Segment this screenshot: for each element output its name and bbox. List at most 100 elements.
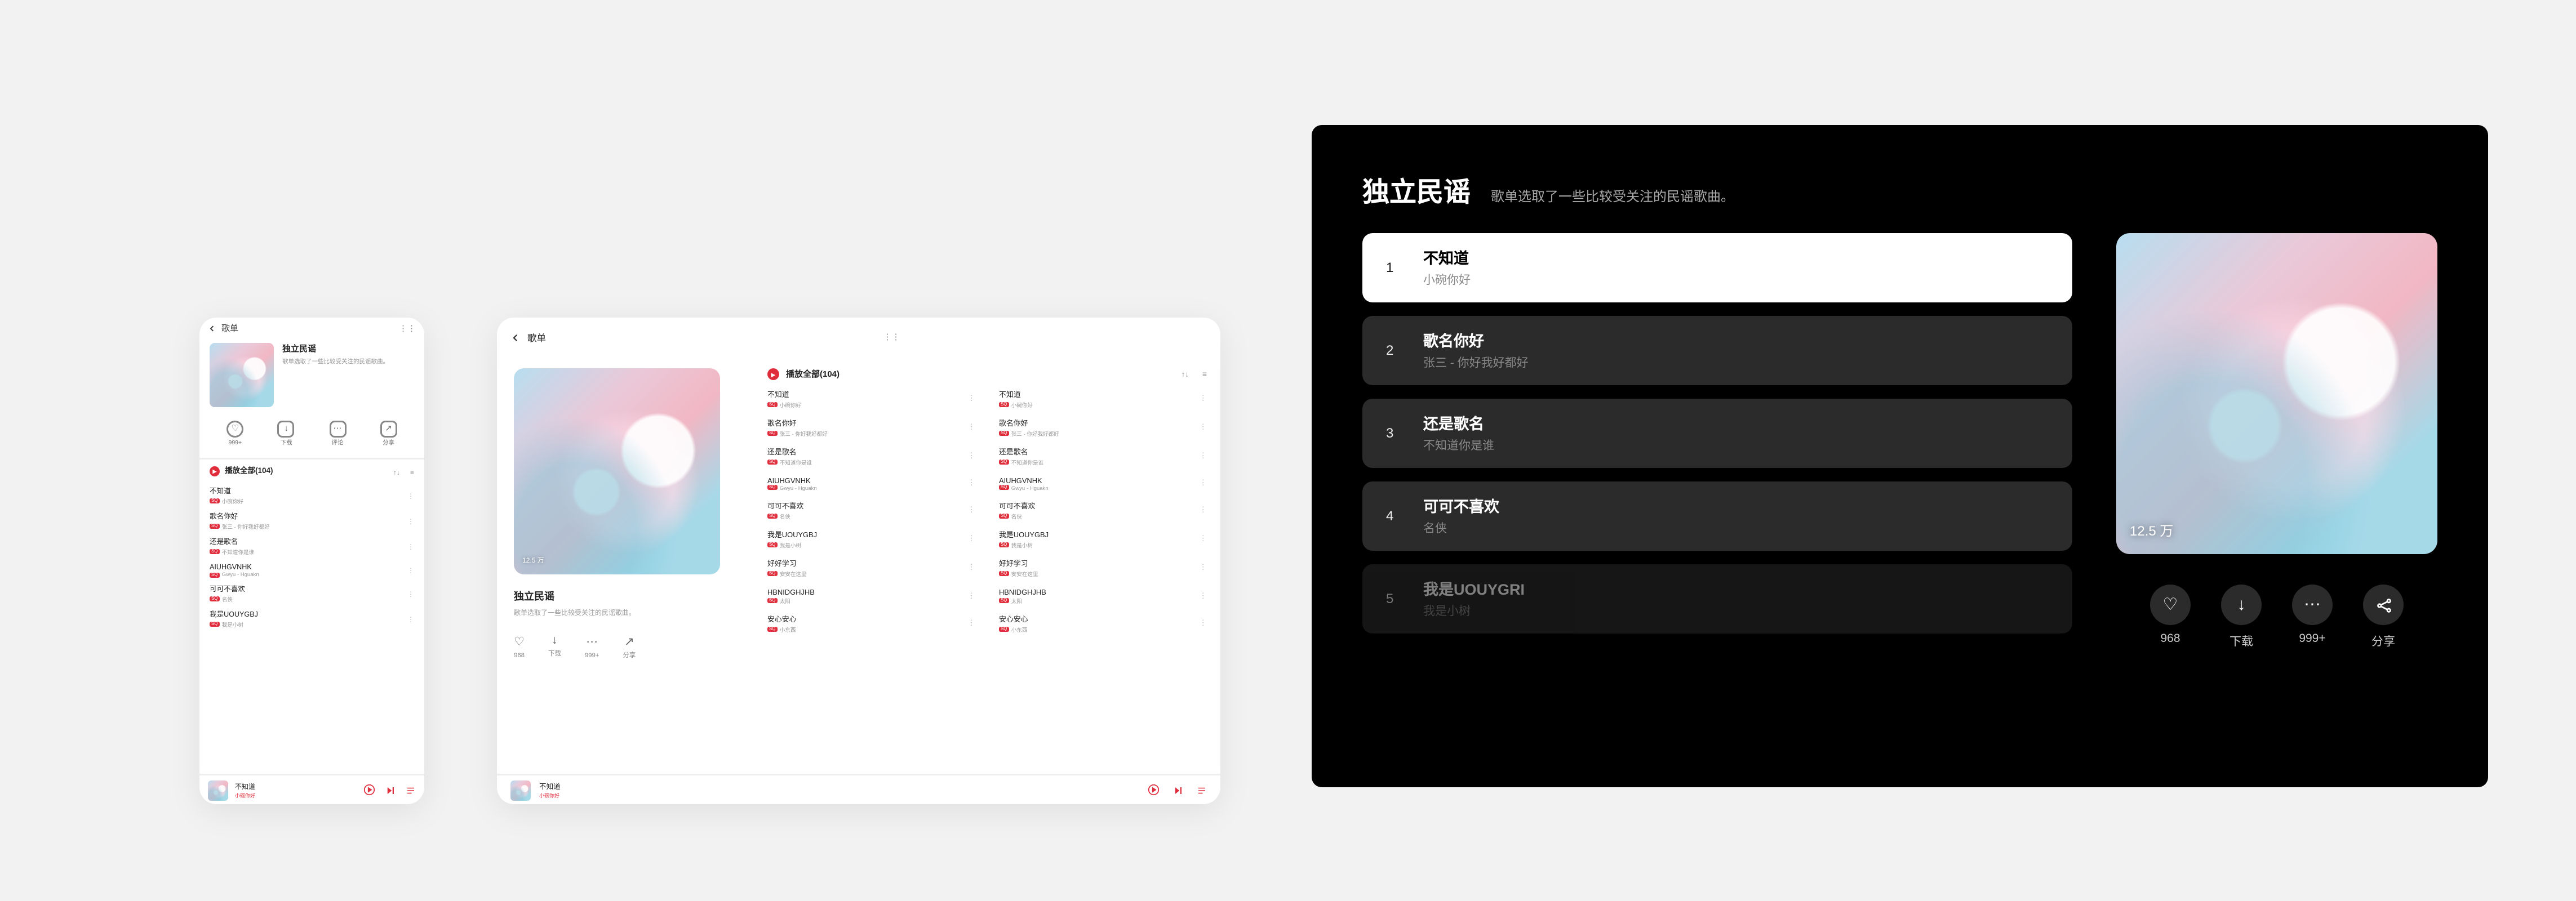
song-artist: SQ小碗你好 bbox=[767, 400, 961, 408]
song-row[interactable]: 歌名你好 SQ张三 - 你好我好都好 ⋮ bbox=[999, 416, 1207, 439]
song-row[interactable]: HBNIDGHJHB SQ太阳 ⋮ bbox=[767, 585, 975, 606]
song-row[interactable]: 歌名你好 SQ张三 - 你好我好都好 ⋮ bbox=[199, 509, 424, 534]
row-more-icon[interactable]: ⋮ bbox=[968, 394, 976, 404]
tablet-frame: 歌单 ⋮⋮ 12.5 万 独立民谣 歌单选取了一些比较受关注的民谣歌曲。 ♡ 9… bbox=[497, 318, 1220, 804]
row-more-icon[interactable]: ⋮ bbox=[968, 451, 976, 461]
row-more-icon[interactable]: ⋮ bbox=[407, 542, 414, 551]
row-more-icon[interactable]: ⋮ bbox=[1200, 422, 1207, 432]
list-view-icon[interactable]: ≡ bbox=[410, 467, 414, 476]
row-more-icon[interactable]: ⋮ bbox=[968, 478, 976, 488]
like-button[interactable]: ♡ 999+ bbox=[226, 421, 243, 448]
song-row[interactable]: 好好学习 SQ安安在这里 ⋮ bbox=[767, 556, 975, 579]
song-row[interactable]: 可可不喜欢 SQ名侠 ⋮ bbox=[199, 581, 424, 606]
now-playing-bar[interactable]: 不知道 小碗你好 bbox=[497, 774, 1220, 804]
more-icon[interactable]: ⋮⋮ bbox=[399, 324, 416, 334]
song-row[interactable]: 安心安心 SQ小东西 ⋮ bbox=[767, 612, 975, 635]
play-all-label: 播放全部(104) bbox=[786, 368, 840, 380]
song-row[interactable]: 我是UOUYGBJ SQ我是小树 ⋮ bbox=[999, 527, 1207, 551]
song-row[interactable]: 不知道 SQ小碗你好 ⋮ bbox=[999, 387, 1207, 411]
song-row[interactable]: 可可不喜欢 SQ名侠 ⋮ bbox=[767, 498, 975, 522]
like-button[interactable]: ♡ 968 bbox=[514, 635, 525, 660]
playlist-cover[interactable] bbox=[210, 343, 274, 407]
song-row[interactable]: 还是歌名 SQ不知道你是谁 ⋮ bbox=[999, 444, 1207, 468]
song-row[interactable]: 好好学习 SQ安安在这里 ⋮ bbox=[999, 556, 1207, 579]
song-name: AIUHGVNHK bbox=[767, 476, 961, 484]
now-playing-bar[interactable]: 不知道 小碗你好 bbox=[199, 774, 424, 804]
song-row[interactable]: 5 我是UOUYGRI 我是小树 bbox=[1362, 564, 2072, 634]
row-more-icon[interactable]: ⋮ bbox=[1200, 563, 1207, 573]
song-row[interactable]: AIUHGVNHK SQGwyu - Hguakn ⋮ bbox=[767, 473, 975, 493]
next-button[interactable] bbox=[1173, 785, 1183, 795]
row-more-icon[interactable]: ⋮ bbox=[968, 422, 976, 432]
play-all-label: 播放全部(104) bbox=[225, 466, 273, 476]
song-row[interactable]: 2 歌名你好 张三 - 你好我好都好 bbox=[1362, 316, 2072, 385]
song-row[interactable]: 不知道 SQ小碗你好 ⋮ bbox=[767, 387, 975, 411]
song-row[interactable]: 歌名你好 SQ张三 - 你好我好都好 ⋮ bbox=[767, 416, 975, 439]
row-more-icon[interactable]: ⋮ bbox=[968, 591, 976, 601]
next-button[interactable] bbox=[385, 785, 396, 795]
song-row[interactable]: HBNIDGHJHB SQ太阳 ⋮ bbox=[999, 585, 1207, 606]
back-icon[interactable] bbox=[510, 333, 521, 343]
row-more-icon[interactable]: ⋮ bbox=[968, 618, 976, 628]
song-row[interactable]: 3 还是歌名 不知道你是谁 bbox=[1362, 399, 2072, 468]
song-row[interactable]: 1 不知道 小碗你好 bbox=[1362, 233, 2072, 302]
row-more-icon[interactable]: ⋮ bbox=[407, 492, 414, 500]
row-more-icon[interactable]: ⋮ bbox=[1200, 394, 1207, 404]
queue-button[interactable] bbox=[406, 785, 416, 795]
back-icon[interactable] bbox=[208, 324, 216, 333]
like-button[interactable]: ♡ 968 bbox=[2150, 585, 2191, 650]
row-more-icon[interactable]: ⋮ bbox=[1200, 478, 1207, 488]
comment-button[interactable]: ⋯ 评论 bbox=[329, 421, 346, 448]
comment-button[interactable]: ⋯ 999+ bbox=[2292, 585, 2333, 650]
song-row[interactable]: 安心安心 SQ小东西 ⋮ bbox=[999, 612, 1207, 635]
row-more-icon[interactable]: ⋮ bbox=[407, 590, 414, 598]
tablet-song-grid[interactable]: 不知道 SQ小碗你好 ⋮ 不知道 SQ小碗你好 ⋮ 歌名你好 SQ张三 - 你好… bbox=[767, 387, 1207, 635]
sort-icon[interactable]: ↑↓ bbox=[1182, 370, 1189, 378]
playlist-cover[interactable]: 12.5 万 bbox=[514, 368, 720, 574]
song-row[interactable]: AIUHGVNHK SQGwyu - Hguakn ⋮ bbox=[999, 473, 1207, 493]
play-all-button[interactable]: ▶ 播放全部(104) ↑↓ ≡ bbox=[199, 460, 424, 483]
song-row[interactable]: 可可不喜欢 SQ名侠 ⋮ bbox=[999, 498, 1207, 522]
phone-song-list[interactable]: 不知道 SQ小碗你好 ⋮ 歌名你好 SQ张三 - 你好我好都好 ⋮ 还是歌名 S… bbox=[199, 483, 424, 774]
play-all-button[interactable]: ▶ 播放全部(104) ↑↓ ≡ bbox=[767, 365, 1207, 387]
row-more-icon[interactable]: ⋮ bbox=[1200, 591, 1207, 601]
song-row[interactable]: 还是歌名 SQ不知道你是谁 ⋮ bbox=[199, 534, 424, 559]
row-more-icon[interactable]: ⋮ bbox=[407, 517, 414, 525]
row-more-icon[interactable]: ⋮ bbox=[1200, 534, 1207, 544]
song-row[interactable]: AIUHGVNHK SQGwyu - Hguakn ⋮ bbox=[199, 559, 424, 581]
row-more-icon[interactable]: ⋮ bbox=[968, 505, 976, 515]
row-more-icon[interactable]: ⋮ bbox=[968, 563, 976, 573]
song-row[interactable]: 我是UOUYGBJ SQ我是小树 ⋮ bbox=[767, 527, 975, 551]
more-icon[interactable]: ⋮⋮ bbox=[870, 326, 1207, 350]
download-button[interactable]: ↓ 下载 bbox=[548, 635, 561, 660]
row-more-icon[interactable]: ⋮ bbox=[1200, 618, 1207, 628]
now-playing-cover[interactable] bbox=[208, 780, 228, 800]
song-row[interactable]: 4 可可不喜欢 名侠 bbox=[1362, 481, 2072, 551]
play-pause-button[interactable] bbox=[363, 784, 375, 796]
queue-button[interactable] bbox=[1197, 785, 1207, 795]
song-name: AIUHGVNHK bbox=[210, 563, 401, 571]
song-row[interactable]: 我是UOUYGBJ SQ我是小树 ⋮ bbox=[199, 606, 424, 632]
list-view-icon[interactable]: ≡ bbox=[1202, 370, 1207, 378]
share-button[interactable]: ↗ 分享 bbox=[623, 635, 636, 660]
play-icon: ▶ bbox=[210, 466, 220, 476]
row-more-icon[interactable]: ⋮ bbox=[407, 615, 414, 623]
now-playing-cover[interactable] bbox=[510, 780, 531, 800]
play-pause-button[interactable] bbox=[1148, 784, 1160, 796]
row-more-icon[interactable]: ⋮ bbox=[1200, 505, 1207, 515]
comment-button[interactable]: ⋯ 999+ bbox=[585, 635, 599, 660]
share-button[interactable]: ↗ 分享 bbox=[380, 421, 397, 448]
tv-song-list[interactable]: 1 不知道 小碗你好 2 歌名你好 张三 - 你好我好都好 3 还是歌名 不知道… bbox=[1362, 233, 2072, 743]
sort-icon[interactable]: ↑↓ bbox=[393, 467, 400, 476]
row-more-icon[interactable]: ⋮ bbox=[1200, 451, 1207, 461]
share-button[interactable]: 分享 bbox=[2363, 585, 2404, 650]
tv-header: 独立民谣 歌单选取了一些比较受关注的民谣歌曲。 bbox=[1362, 169, 2437, 209]
download-button[interactable]: ↓ 下载 bbox=[2221, 585, 2262, 650]
download-button[interactable]: ↓ 下载 bbox=[278, 421, 295, 448]
row-more-icon[interactable]: ⋮ bbox=[968, 534, 976, 544]
song-row[interactable]: 还是歌名 SQ不知道你是谁 ⋮ bbox=[767, 444, 975, 468]
song-artist: SQ我是小树 bbox=[767, 540, 961, 548]
song-row[interactable]: 不知道 SQ小碗你好 ⋮ bbox=[199, 483, 424, 509]
playlist-cover[interactable]: 12.5 万 bbox=[2116, 233, 2437, 554]
row-more-icon[interactable]: ⋮ bbox=[407, 566, 414, 574]
